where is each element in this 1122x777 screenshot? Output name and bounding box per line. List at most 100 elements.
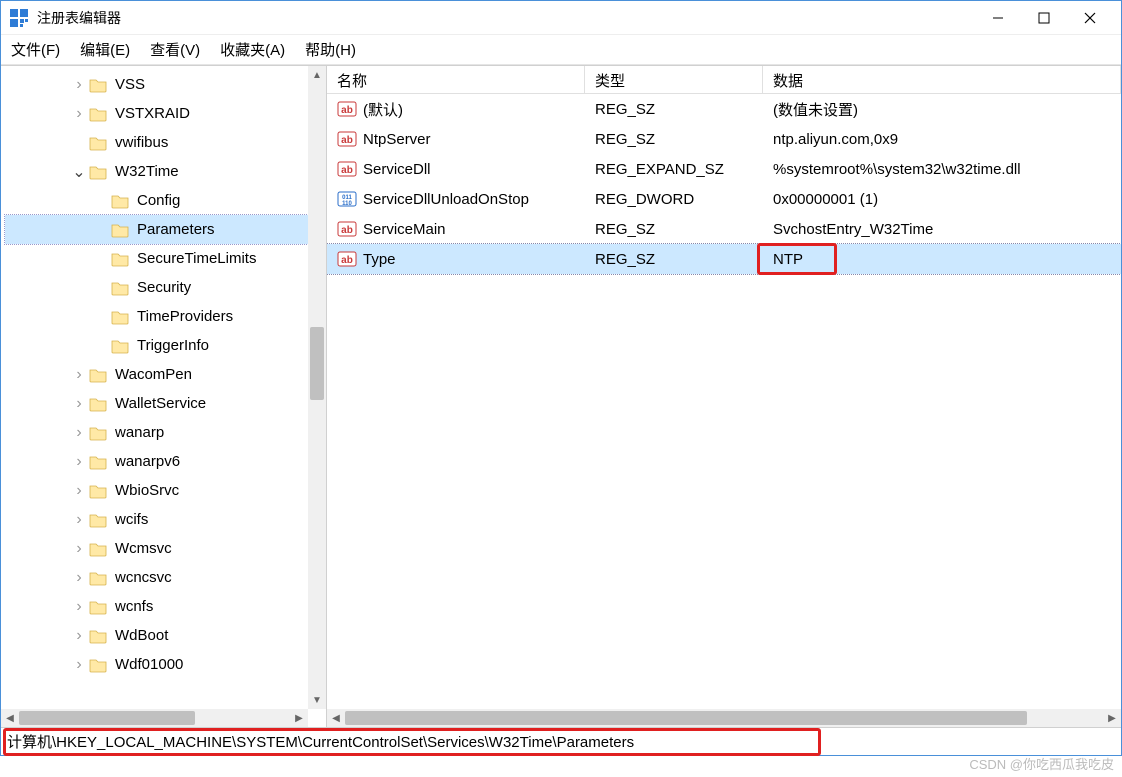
tree-item[interactable]: › wcnfs bbox=[5, 592, 308, 621]
folder-icon bbox=[89, 570, 107, 586]
tree-item[interactable]: › WalletService bbox=[5, 389, 308, 418]
tree-item[interactable]: ›WbioSrvc bbox=[5, 476, 308, 505]
tree-item-label: Parameters bbox=[135, 221, 217, 238]
scroll-right-arrow[interactable]: ▶ bbox=[290, 709, 308, 727]
chevron-right-icon[interactable]: › bbox=[71, 395, 87, 413]
tree-item-label: Wdf01000 bbox=[113, 656, 185, 673]
watermark: CSDN @你吃西瓜我吃皮 bbox=[969, 754, 1114, 773]
string-value-icon: ab bbox=[337, 250, 357, 268]
value-name: ServiceDll bbox=[363, 161, 431, 178]
tree-item[interactable]: › VSTXRAID bbox=[5, 99, 308, 128]
scroll-up-arrow[interactable]: ▲ bbox=[308, 66, 326, 84]
tree-item-label: WalletService bbox=[113, 395, 208, 412]
chevron-down-icon[interactable]: ⌄ bbox=[71, 162, 87, 182]
tree-item[interactable]: ›Wcmsvc bbox=[5, 534, 308, 563]
tree-item[interactable]: ›VSS bbox=[5, 70, 308, 99]
scroll-down-arrow[interactable]: ▼ bbox=[308, 691, 326, 709]
value-type: REG_SZ bbox=[585, 131, 763, 148]
folder-icon bbox=[89, 106, 107, 122]
tree-item-label: wcifs bbox=[113, 511, 150, 528]
tree-horizontal-scrollbar[interactable]: ◀ ▶ bbox=[1, 709, 308, 727]
chevron-right-icon[interactable]: › bbox=[71, 511, 87, 529]
registry-tree[interactable]: ›VSS›VSTXRAIDvwifibus⌄W32TimeConfigParam… bbox=[1, 66, 308, 683]
chevron-right-icon[interactable]: › bbox=[71, 453, 87, 471]
folder-icon bbox=[111, 222, 129, 238]
value-type: REG_SZ bbox=[585, 251, 763, 268]
tree-item[interactable]: ⌄ W32Time bbox=[5, 157, 308, 186]
menu-help[interactable]: 帮助(H) bbox=[305, 39, 356, 60]
value-row[interactable]: abNtpServerREG_SZntp.aliyun.com,0x9 bbox=[327, 124, 1121, 154]
value-row[interactable]: abTypeREG_SZNTP bbox=[327, 244, 1121, 274]
string-value-icon: ab bbox=[337, 220, 357, 238]
column-header-name[interactable]: 名称 bbox=[327, 66, 585, 93]
tree-vertical-scrollbar[interactable]: ▲ ▼ bbox=[308, 66, 326, 709]
menu-view[interactable]: 查看(V) bbox=[150, 39, 200, 60]
value-data: SvchostEntry_W32Time bbox=[763, 221, 1121, 238]
values-list[interactable]: ab(默认)REG_SZ(数值未设置)abNtpServerREG_SZntp.… bbox=[327, 94, 1121, 709]
menu-edit[interactable]: 编辑(E) bbox=[80, 39, 130, 60]
value-row[interactable]: 011110ServiceDllUnloadOnStopREG_DWORD0x0… bbox=[327, 184, 1121, 214]
string-value-icon: ab bbox=[337, 130, 357, 148]
svg-text:ab: ab bbox=[341, 105, 353, 116]
chevron-right-icon[interactable]: › bbox=[71, 366, 87, 384]
menu-file[interactable]: 文件(F) bbox=[11, 39, 60, 60]
chevron-right-icon[interactable]: › bbox=[71, 656, 87, 674]
folder-icon bbox=[89, 454, 107, 470]
menu-favorites[interactable]: 收藏夹(A) bbox=[220, 39, 285, 60]
tree-item[interactable]: Parameters bbox=[5, 215, 308, 244]
chevron-right-icon[interactable]: › bbox=[71, 627, 87, 645]
value-data: 0x00000001 (1) bbox=[763, 191, 1121, 208]
minimize-button[interactable] bbox=[975, 3, 1021, 33]
maximize-button[interactable] bbox=[1021, 3, 1067, 33]
scroll-right-arrow[interactable]: ▶ bbox=[1103, 709, 1121, 727]
scroll-left-arrow[interactable]: ◀ bbox=[327, 709, 345, 727]
tree-item[interactable]: vwifibus bbox=[5, 128, 308, 157]
value-row[interactable]: ab(默认)REG_SZ(数值未设置) bbox=[327, 94, 1121, 124]
folder-icon bbox=[111, 309, 129, 325]
scroll-left-arrow[interactable]: ◀ bbox=[1, 709, 19, 727]
chevron-right-icon[interactable]: › bbox=[71, 598, 87, 616]
tree-scroll-thumb[interactable] bbox=[310, 327, 324, 400]
tree-item[interactable]: › Wdf01000 bbox=[5, 650, 308, 679]
tree-item[interactable]: ›WdBoot bbox=[5, 621, 308, 650]
tree-item-label: TimeProviders bbox=[135, 308, 235, 325]
tree-item[interactable]: ›wanarpv6 bbox=[5, 447, 308, 476]
column-header-data[interactable]: 数据 bbox=[763, 66, 1121, 93]
tree-item[interactable]: Security bbox=[5, 273, 308, 302]
chevron-right-icon[interactable]: › bbox=[71, 76, 87, 94]
chevron-right-icon[interactable]: › bbox=[71, 105, 87, 123]
value-row[interactable]: abServiceMainREG_SZSvchostEntry_W32Time bbox=[327, 214, 1121, 244]
tree-item-label: VSTXRAID bbox=[113, 105, 192, 122]
statusbar: 计算机\HKEY_LOCAL_MACHINE\SYSTEM\CurrentCon… bbox=[1, 727, 1121, 755]
value-type: REG_DWORD bbox=[585, 191, 763, 208]
tree-item[interactable]: Config bbox=[5, 186, 308, 215]
value-row[interactable]: abServiceDllREG_EXPAND_SZ%systemroot%\sy… bbox=[327, 154, 1121, 184]
column-header-type[interactable]: 类型 bbox=[585, 66, 763, 93]
value-type: REG_SZ bbox=[585, 101, 763, 118]
values-horizontal-scrollbar[interactable]: ◀ ▶ bbox=[327, 709, 1121, 727]
folder-icon bbox=[89, 135, 107, 151]
svg-text:ab: ab bbox=[341, 255, 353, 266]
close-button[interactable] bbox=[1067, 3, 1113, 33]
tree-item-label: vwifibus bbox=[113, 134, 170, 151]
tree-item[interactable]: › wcifs bbox=[5, 505, 308, 534]
tree-item[interactable]: ›wcncsvc bbox=[5, 563, 308, 592]
tree-item-label: W32Time bbox=[113, 163, 181, 180]
tree-item-label: Config bbox=[135, 192, 182, 209]
tree-item[interactable]: TimeProviders bbox=[5, 302, 308, 331]
chevron-right-icon[interactable]: › bbox=[71, 482, 87, 500]
registry-path[interactable]: 计算机\HKEY_LOCAL_MACHINE\SYSTEM\CurrentCon… bbox=[7, 731, 634, 752]
tree-item[interactable]: SecureTimeLimits bbox=[5, 244, 308, 273]
tree-item[interactable]: ›wanarp bbox=[5, 418, 308, 447]
tree-hscroll-thumb[interactable] bbox=[19, 711, 195, 725]
values-hscroll-thumb[interactable] bbox=[345, 711, 1027, 725]
tree-item[interactable]: TriggerInfo bbox=[5, 331, 308, 360]
chevron-right-icon[interactable]: › bbox=[71, 569, 87, 587]
chevron-right-icon[interactable]: › bbox=[71, 540, 87, 558]
value-data: (数值未设置) bbox=[763, 99, 1121, 120]
tree-item-label: wcnfs bbox=[113, 598, 155, 615]
tree-item[interactable]: ›WacomPen bbox=[5, 360, 308, 389]
tree-item-label: TriggerInfo bbox=[135, 337, 211, 354]
tree-item-label: SecureTimeLimits bbox=[135, 250, 258, 267]
chevron-right-icon[interactable]: › bbox=[71, 424, 87, 442]
